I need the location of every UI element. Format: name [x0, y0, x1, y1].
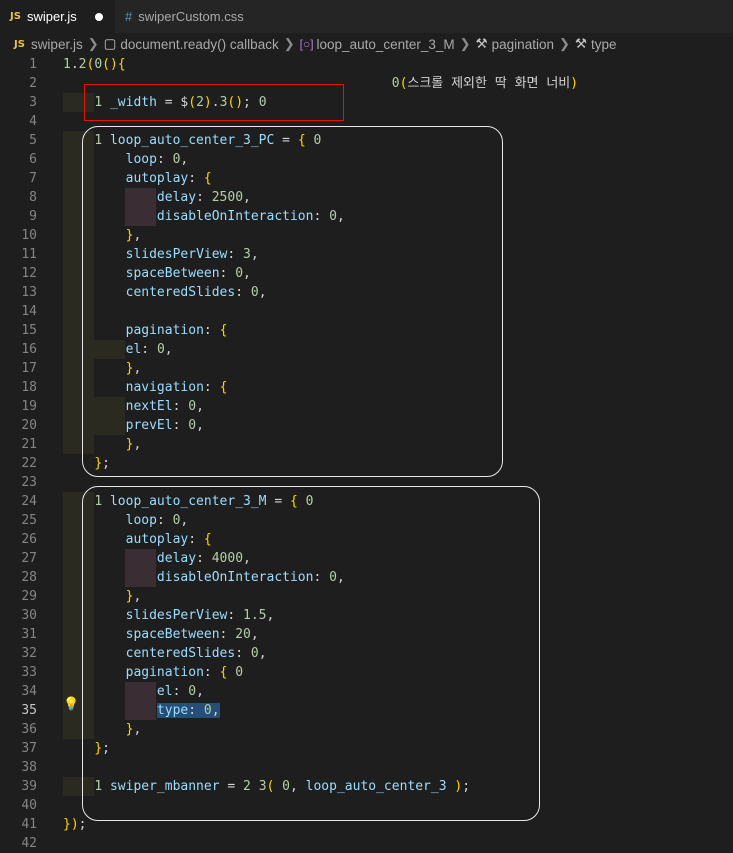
breadcrumb-item[interactable]: type [591, 37, 617, 52]
tab-swiper-js[interactable]: JS swiper.js [0, 0, 115, 33]
breadcrumb-item[interactable]: pagination [492, 37, 554, 52]
unsaved-dot-icon[interactable] [95, 13, 103, 21]
line-number: 25 [21, 513, 37, 528]
line-number: 20 [21, 418, 37, 433]
line-number: 34 [21, 684, 37, 699]
line-number: 32 [21, 646, 37, 661]
cube-icon: ▢ [103, 36, 117, 51]
line-number: 10 [21, 228, 37, 243]
line-number: 21 [21, 437, 37, 452]
chevron-right-icon: ❯ [459, 36, 471, 51]
line-number: 39 [21, 779, 37, 794]
line-number: 42 [21, 836, 37, 851]
line-number: 27 [21, 551, 37, 566]
line-number: 17 [21, 361, 37, 376]
line-number: 11 [21, 247, 37, 262]
chevron-right-icon: ❯ [558, 36, 570, 51]
tab-label: swiperCustom.css [138, 9, 244, 24]
line-number: 3 [29, 95, 37, 110]
line-number: 8 [29, 190, 37, 205]
line-number: 18 [21, 380, 37, 395]
breadcrumb: JS swiper.js ❯ ▢ document.ready() callba… [0, 33, 733, 55]
line-number: 13 [21, 285, 37, 300]
js-icon: JS [14, 38, 25, 50]
breadcrumb-item[interactable]: loop_auto_center_3_M [317, 37, 455, 52]
lightbulb-icon[interactable]: 💡 [63, 697, 79, 712]
mobile-swiper-outline [82, 486, 540, 821]
line-number: 7 [29, 171, 37, 186]
line-number: 33 [21, 665, 37, 680]
line-number: 37 [21, 741, 37, 756]
code-line[interactable]: 1.2(0(){ [63, 55, 126, 74]
line-number: 14 [21, 304, 37, 319]
line-number: 4 [29, 114, 37, 129]
line-number: 30 [21, 608, 37, 623]
line-number: 28 [21, 570, 37, 585]
wrench-icon: ⚒ [574, 36, 587, 51]
code-editor[interactable]: 1 2 3 4 5 6 7 8 9 10 11 12 13 14 15 16 17 18 19 20 21 22 23 24 2… [0, 53, 733, 851]
breadcrumb-item[interactable]: swiper.js [31, 37, 83, 52]
tab-label: swiper.js [26, 9, 77, 24]
line-number: 23 [21, 475, 37, 490]
line-number: 22 [21, 456, 37, 471]
line-number: 9 [29, 209, 37, 224]
line-number: 31 [21, 627, 37, 642]
tab-swipercustom-css[interactable]: # swiperCustom.css [115, 0, 275, 33]
chevron-right-icon: ❯ [87, 36, 99, 51]
line-number: 5 [29, 133, 37, 148]
line-number: 16 [21, 342, 37, 357]
breadcrumb-item[interactable]: document.ready() callback [120, 37, 278, 52]
line-number: 40 [21, 798, 37, 813]
pc-swiper-outline [82, 126, 503, 477]
line-number: 41 [21, 817, 37, 832]
line-number: 38 [21, 760, 37, 775]
line-number: 2 [29, 76, 37, 91]
line-number: 15 [21, 323, 37, 338]
line-number: 24 [21, 494, 37, 509]
line-number: 12 [21, 266, 37, 281]
line-number: 6 [29, 152, 37, 167]
red-highlight-box [84, 84, 344, 121]
line-number: 29 [21, 589, 37, 604]
chevron-right-icon: ❯ [283, 36, 295, 51]
variable-icon: [○] [299, 37, 314, 51]
line-number: 35 [21, 703, 37, 718]
tab-bar: JS swiper.js # swiperCustom.css [0, 0, 733, 33]
line-number: 36 [21, 722, 37, 737]
line-number: 19 [21, 399, 37, 414]
code-line[interactable]: }); [63, 815, 86, 834]
line-number: 26 [21, 532, 37, 547]
line-number: 1 [29, 57, 37, 72]
js-icon: JS [10, 11, 21, 22]
wrench-icon: ⚒ [475, 36, 488, 51]
css-hash-icon: # [125, 9, 133, 24]
